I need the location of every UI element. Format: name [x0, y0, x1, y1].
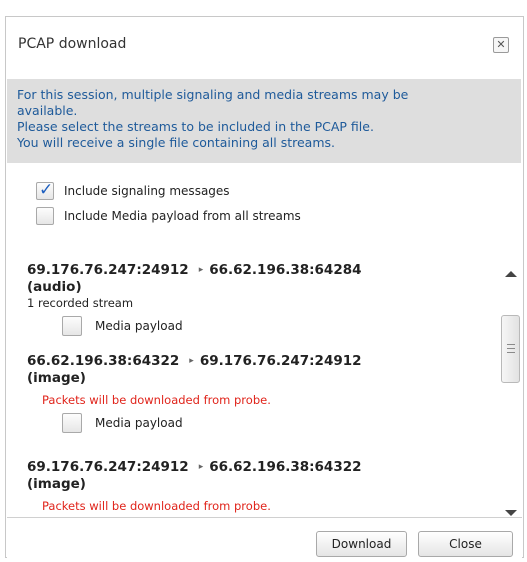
stream-type: (audio) [27, 279, 82, 295]
stream-type: (image) [27, 370, 86, 386]
stream-endpoints: 66.62.196.38:64322 ▸ 69.176.76.247:24912 [27, 353, 362, 369]
dialog-title: PCAP download [18, 36, 127, 52]
media-payload-checkbox[interactable] [62, 413, 82, 433]
info-line: You will receive a single file containin… [17, 135, 335, 150]
arrow-icon: ▸ [198, 462, 204, 472]
arrow-icon: ▸ [189, 356, 194, 366]
pcap-download-dialog: PCAP download ✕ For this session, multip… [5, 16, 524, 558]
include-signaling-label: Include signaling messages [64, 184, 230, 198]
stream-item: 69.176.76.247:24912 ▸ 66.62.196.38:64322 (… [27, 459, 362, 513]
include-signaling-checkbox[interactable] [36, 180, 54, 200]
media-payload-option[interactable]: Media payload [62, 316, 362, 336]
scroll-down-icon[interactable] [505, 510, 517, 516]
dialog-footer: Download Close [7, 517, 522, 558]
scroll-thumb[interactable] [501, 315, 520, 383]
include-signaling-option[interactable]: Include signaling messages [36, 180, 230, 200]
scroll-up-icon[interactable] [505, 271, 517, 277]
stream-item: 66.62.196.38:64322 ▸ 69.176.76.247:24912 (… [27, 353, 362, 433]
stream-source: 69.176.76.247:24912 [27, 459, 189, 475]
stream-warning: Packets will be downloaded from probe. [42, 499, 271, 513]
media-payload-option[interactable]: Media payload [62, 413, 362, 433]
stream-item: 69.176.76.247:24912 ▸ 66.62.196.38:64284 (… [27, 262, 362, 336]
info-line: Please select the streams to be included… [17, 119, 374, 134]
stream-source: 66.62.196.38:64322 [27, 353, 180, 369]
stream-destination: 69.176.76.247:24912 [199, 353, 362, 369]
download-button[interactable]: Download [316, 531, 407, 557]
close-icon[interactable]: ✕ [493, 37, 509, 53]
stream-destination: 66.62.196.38:64322 [209, 459, 362, 475]
grip-line [507, 344, 515, 345]
grip-line [507, 348, 515, 349]
stream-destination: 66.62.196.38:64284 [209, 262, 362, 278]
stream-warning: Packets will be downloaded from probe. [42, 393, 271, 407]
info-line: For this session, multiple signaling and… [17, 87, 409, 102]
info-message: For this session, multiple signaling and… [7, 79, 521, 163]
stream-endpoints: 69.176.76.247:24912 ▸ 66.62.196.38:64284 [27, 262, 362, 278]
arrow-icon: ▸ [198, 265, 204, 275]
stream-endpoints: 69.176.76.247:24912 ▸ 66.62.196.38:64322 [27, 459, 362, 475]
media-payload-checkbox[interactable] [62, 316, 82, 336]
media-payload-label: Media payload [95, 319, 183, 333]
dialog-titlebar: PCAP download ✕ [6, 17, 523, 69]
stream-list: 69.176.76.247:24912 ▸ 66.62.196.38:64284 (… [7, 249, 497, 517]
stream-note: 1 recorded stream [27, 296, 134, 310]
grip-line [507, 352, 515, 353]
stream-type: (image) [27, 476, 86, 492]
include-media-checkbox[interactable] [36, 207, 54, 225]
stream-list-scrollbar[interactable] [499, 249, 523, 517]
close-button[interactable]: Close [418, 531, 513, 557]
include-media-option[interactable]: Include Media payload from all streams [36, 207, 301, 225]
include-media-label: Include Media payload from all streams [64, 209, 301, 223]
info-line: available. [17, 103, 78, 118]
media-payload-label: Media payload [95, 416, 183, 430]
stream-source: 69.176.76.247:24912 [27, 262, 189, 278]
